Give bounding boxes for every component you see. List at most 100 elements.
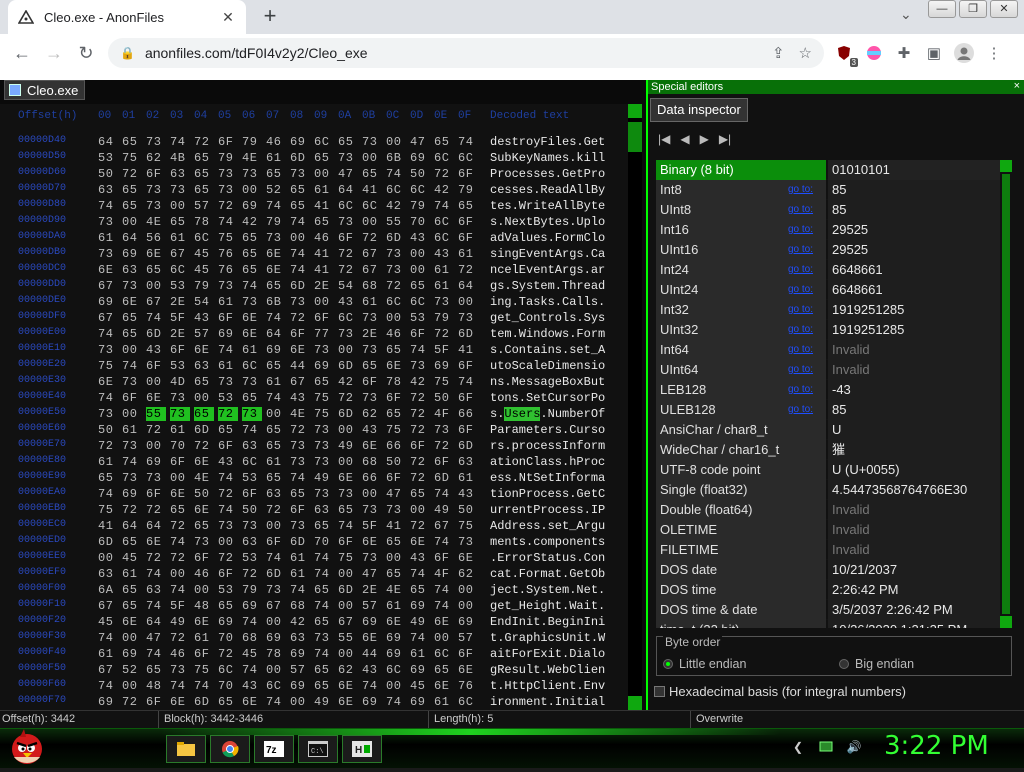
hex-byte[interactable]: 49 — [314, 471, 334, 485]
hex-byte[interactable]: 41 — [386, 519, 406, 533]
hex-byte[interactable]: 6F — [290, 503, 310, 517]
hex-byte[interactable]: 65 — [410, 583, 430, 597]
inspector-value[interactable]: 6648661 — [828, 260, 1000, 280]
hex-byte[interactable]: 00 — [338, 423, 358, 437]
hex-byte[interactable]: 00 — [146, 375, 166, 389]
hex-byte[interactable]: 61 — [434, 263, 454, 277]
hex-byte[interactable]: 65 — [410, 487, 430, 501]
back-button[interactable]: ← — [6, 37, 38, 69]
hex-byte[interactable]: 74 — [122, 455, 142, 469]
hex-byte[interactable]: 53 — [410, 311, 430, 325]
hex-byte[interactable]: 74 — [314, 551, 334, 565]
hex-byte[interactable]: 75 — [434, 375, 454, 389]
hex-byte[interactable]: 65 — [386, 535, 406, 549]
hex-byte[interactable]: 63 — [98, 183, 118, 197]
hex-byte[interactable]: 72 — [434, 167, 454, 181]
hex-row[interactable]: 00000D70 63 65 73 73 65 73 00 52 65 61 64 41 6C 6C 42 79… — [0, 182, 628, 198]
hex-byte[interactable]: 6E — [434, 679, 454, 693]
hex-byte[interactable]: 6C — [434, 231, 454, 245]
hex-byte[interactable]: 6F — [146, 167, 166, 181]
hex-byte[interactable]: 43 — [218, 455, 238, 469]
hex-byte[interactable]: 69 — [458, 615, 478, 629]
hex-byte[interactable]: 74 — [218, 343, 238, 357]
inspector-value[interactable]: 2:26:42 PM — [828, 580, 1000, 600]
hex-byte[interactable]: 73 — [434, 295, 454, 309]
hex-byte[interactable]: 2E — [170, 327, 190, 341]
hex-byte[interactable]: 68 — [362, 279, 382, 293]
hex-byte[interactable]: 49 — [434, 503, 454, 517]
hex-row[interactable]: 00000F20 45 6E 64 49 6E 69 74 00 42 65 67 69 6E 49 6E 69… — [0, 614, 628, 630]
hex-byte[interactable]: 74 — [98, 631, 118, 645]
hex-byte[interactable]: 00 — [194, 391, 214, 405]
hex-byte[interactable]: 6F — [146, 695, 166, 709]
hex-byte[interactable]: 6E — [362, 439, 382, 453]
inspector-row[interactable]: UInt64 go to: Invalid — [656, 360, 1000, 380]
hex-byte[interactable]: 72 — [386, 279, 406, 293]
hex-byte[interactable]: 00 — [194, 583, 214, 597]
hex-byte[interactable]: 46 — [314, 231, 334, 245]
hex-byte[interactable]: 72 — [146, 551, 166, 565]
hex-byte[interactable]: 67 — [290, 375, 310, 389]
inspector-scroll-thumb[interactable] — [1002, 174, 1010, 614]
hex-byte[interactable]: 61 — [266, 455, 286, 469]
decoded-text[interactable]: t.HttpClient.Env — [490, 679, 605, 693]
inspector-row[interactable]: Double (float64) Invalid — [656, 500, 1000, 520]
hex-byte[interactable]: 73 — [386, 263, 406, 277]
hex-byte[interactable]: 57 — [194, 199, 214, 213]
hex-byte[interactable]: 79 — [458, 183, 478, 197]
hex-byte[interactable]: 73 — [386, 247, 406, 261]
hex-byte[interactable]: 43 — [362, 663, 382, 677]
hex-byte[interactable]: 00 — [338, 647, 358, 661]
hex-byte[interactable]: 65 — [122, 183, 142, 197]
hex-byte[interactable]: 74 — [386, 167, 406, 181]
share-icon[interactable]: ⇪ — [772, 44, 785, 62]
inspector-row[interactable]: Int8 go to: 85 — [656, 180, 1000, 200]
hex-byte[interactable]: 55 — [146, 407, 166, 421]
hex-byte[interactable]: 78 — [194, 215, 214, 229]
hex-byte[interactable]: 61 — [458, 247, 478, 261]
hex-byte[interactable]: 6C — [434, 647, 454, 661]
hex-byte[interactable]: 49 — [338, 439, 358, 453]
hex-byte[interactable]: 65 — [266, 423, 286, 437]
go-to-link[interactable]: go to: — [788, 260, 813, 280]
hex-byte[interactable]: 69 — [410, 151, 430, 165]
hex-byte[interactable]: 6D — [266, 567, 286, 581]
hex-byte[interactable]: 74 — [98, 391, 118, 405]
hex-byte[interactable]: 00 — [170, 471, 190, 485]
hex-byte[interactable]: 65 — [218, 599, 238, 613]
hex-byte[interactable]: 72 — [410, 423, 430, 437]
hex-byte[interactable]: 65 — [266, 471, 286, 485]
hex-byte[interactable]: 65 — [194, 151, 214, 165]
hex-byte[interactable]: 79 — [266, 215, 286, 229]
hex-byte[interactable]: 65 — [242, 263, 262, 277]
inspector-value[interactable]: Invalid — [828, 340, 1000, 360]
decoded-text[interactable]: tem.Windows.Form — [490, 327, 605, 341]
hex-byte[interactable]: 73 — [314, 487, 334, 501]
hex-byte[interactable]: 49 — [314, 695, 334, 709]
decoded-text[interactable]: aitForExit.Dialo — [490, 647, 605, 661]
hex-byte[interactable]: 73 — [314, 423, 334, 437]
hex-byte[interactable]: 70 — [170, 439, 190, 453]
inspector-row[interactable]: UInt16 go to: 29525 — [656, 240, 1000, 260]
hex-byte[interactable]: 43 — [194, 311, 214, 325]
hex-byte[interactable]: 4D — [170, 375, 190, 389]
hex-byte[interactable]: 74 — [314, 567, 334, 581]
hex-byte[interactable]: 6F — [458, 391, 478, 405]
hex-byte[interactable]: 73 — [290, 439, 310, 453]
hex-byte[interactable]: 4E — [146, 215, 166, 229]
hex-row[interactable]: 00000EA0 74 69 6F 6E 50 72 6F 63 65 73 73 00 47 65 74 43… — [0, 486, 628, 502]
hex-byte[interactable]: 74 — [386, 695, 406, 709]
hex-byte[interactable]: 69 — [242, 199, 262, 213]
hex-byte[interactable]: 6D — [194, 695, 214, 709]
hex-row[interactable]: 00000F30 74 00 47 72 61 70 68 69 63 73 55 6E 69 74 00 57… — [0, 630, 628, 646]
hex-byte[interactable]: 73 — [98, 215, 118, 229]
hex-byte[interactable]: 74 — [458, 135, 478, 149]
hex-byte[interactable]: 73 — [410, 359, 430, 373]
hex-byte[interactable]: 73 — [338, 151, 358, 165]
hex-byte[interactable]: 72 — [122, 695, 142, 709]
hex-byte[interactable]: 69 — [410, 695, 430, 709]
scroll-up-arrow[interactable] — [628, 104, 642, 118]
scroll-down-arrow[interactable] — [628, 696, 642, 710]
hex-byte[interactable]: 74 — [410, 343, 430, 357]
hex-byte[interactable]: 6F — [434, 455, 454, 469]
